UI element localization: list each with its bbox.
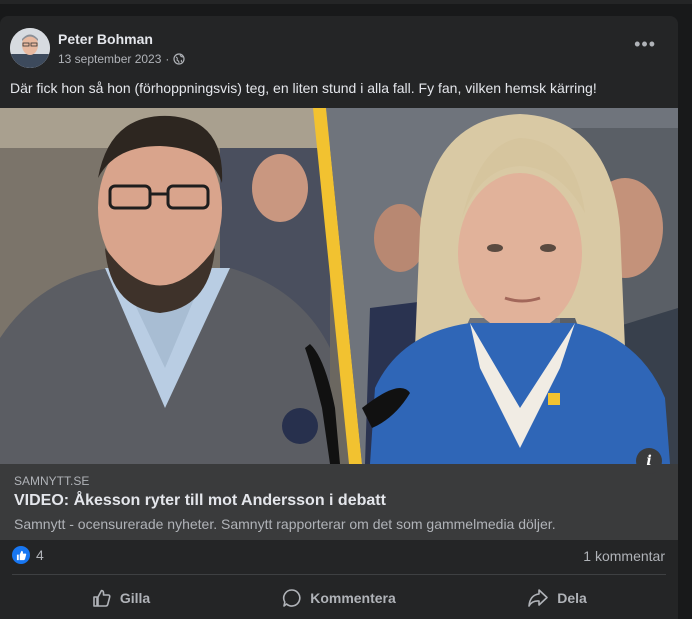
comment-icon — [283, 589, 301, 607]
reaction-count: 4 — [36, 547, 44, 563]
like-reaction-icon — [12, 546, 30, 564]
post-text: Där fick hon så hon (förhoppningsvis) te… — [10, 80, 597, 96]
post-card: Peter Bohman 13 september 2023 · ••• Där… — [0, 16, 678, 619]
like-label: Gilla — [119, 590, 151, 606]
post-image[interactable] — [0, 108, 678, 464]
like-icon — [93, 589, 111, 607]
comment-count[interactable]: 1 kommentar — [583, 548, 665, 564]
divider — [12, 574, 666, 575]
post-meta: 13 september 2023 · — [58, 52, 186, 66]
share-icon — [528, 589, 549, 607]
reaction-summary[interactable]: 4 — [12, 546, 44, 564]
avatar-image — [10, 28, 50, 68]
thumbs-up-icon — [16, 550, 26, 560]
date-separator: · — [165, 52, 170, 66]
info-icon[interactable]: i — [636, 448, 662, 474]
avatar[interactable] — [10, 28, 50, 68]
comment-button[interactable]: Kommentera — [230, 578, 448, 618]
globe-icon[interactable] — [173, 53, 186, 65]
more-options-button[interactable]: ••• — [634, 34, 656, 55]
link-title[interactable]: VIDEO: Åkesson ryter till mot Andersson … — [14, 492, 386, 510]
share-label: Dela — [557, 590, 587, 606]
like-button[interactable]: Gilla — [12, 578, 230, 618]
action-bar: Gilla Kommentera Dela — [12, 578, 666, 618]
post-date[interactable]: 13 september 2023 — [58, 52, 161, 66]
link-domain: SAMNYTT.SE — [14, 474, 90, 488]
debate-photo — [0, 108, 678, 464]
share-button[interactable]: Dela — [448, 578, 666, 618]
link-preview[interactable]: SAMNYTT.SE VIDEO: Åkesson ryter till mot… — [0, 464, 678, 540]
link-description: Samnytt - ocensurerade nyheter. Samnytt … — [14, 516, 556, 532]
author-name[interactable]: Peter Bohman — [58, 31, 153, 47]
top-border — [0, 0, 692, 4]
comment-label: Kommentera — [310, 590, 396, 606]
